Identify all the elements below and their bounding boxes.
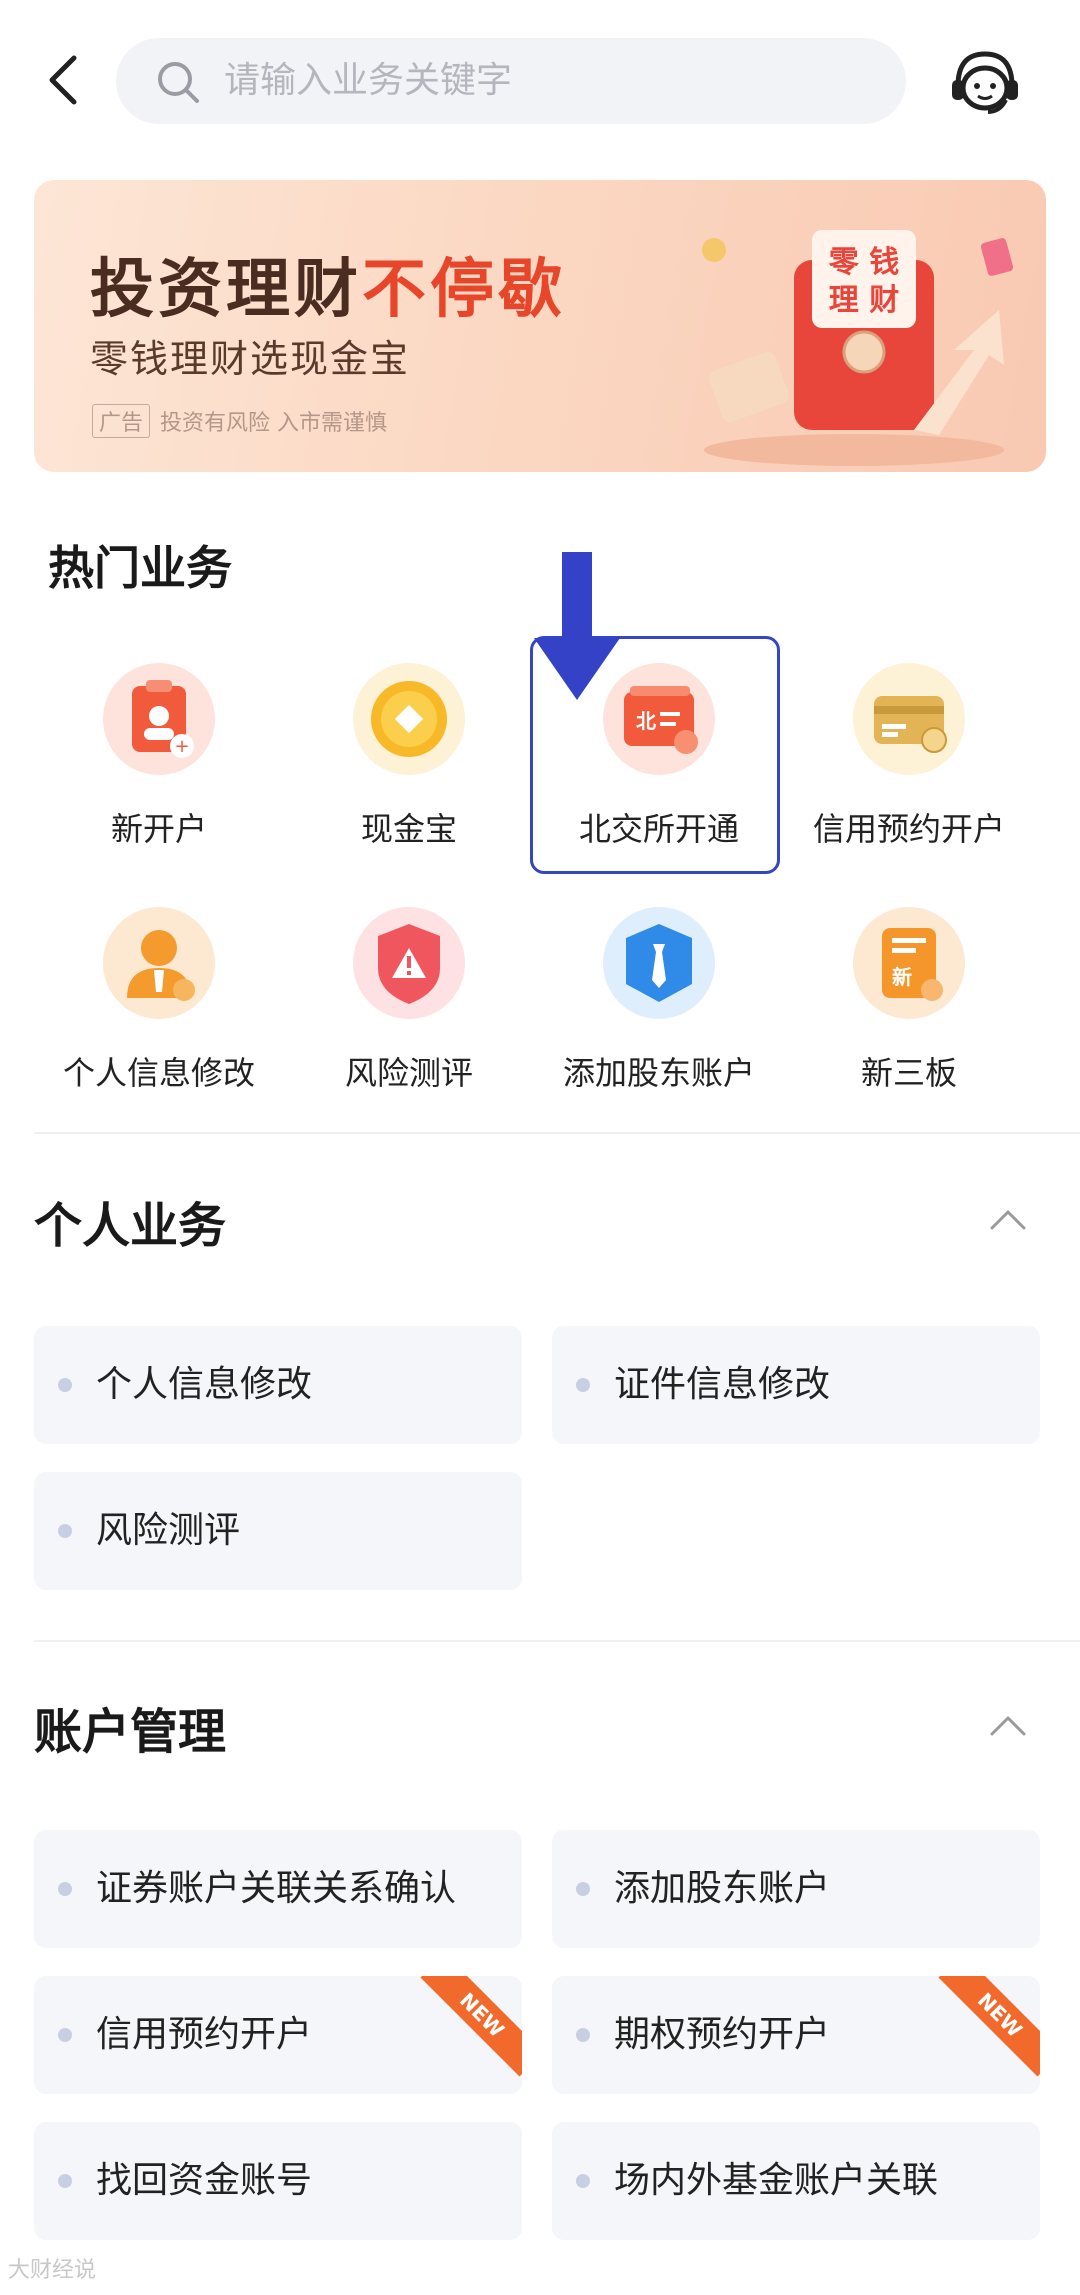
- bullet-dot: [576, 1882, 590, 1896]
- bullet-dot: [576, 2028, 590, 2042]
- svg-text:新: 新: [892, 965, 912, 989]
- hot-item-label: 新三板: [860, 1054, 957, 1092]
- chevron-up-icon[interactable]: [988, 1208, 1028, 1232]
- personal-section-title: 个人业务: [34, 1198, 227, 1254]
- watermark: 大财经说: [8, 2258, 97, 2283]
- hot-item-label: 添加股东账户: [562, 1054, 755, 1092]
- search-placeholder: 请输入业务关键字: [224, 60, 513, 101]
- bullet-dot: [58, 1882, 72, 1896]
- bullet-dot: [576, 2174, 590, 2188]
- list-item-label: 添加股东账户: [614, 1868, 831, 1909]
- list-item[interactable]: 添加股东账户: [552, 1830, 1040, 1948]
- hot-item-personal-info[interactable]: 个人信息修改: [34, 904, 284, 1124]
- shareholder-tie-icon: [603, 907, 715, 1019]
- list-item[interactable]: 个人信息修改: [34, 1326, 522, 1444]
- person-edit-icon: [103, 907, 215, 1019]
- list-item[interactable]: 信用预约开户 NEW: [34, 1976, 522, 2094]
- cash-treasure-icon: [353, 663, 465, 775]
- list-item-label: 个人信息修改: [96, 1364, 313, 1405]
- neeq-doc-icon: 新: [853, 907, 965, 1019]
- banner-risk-notice: 广告 投资有风险 入市需谨慎: [92, 404, 387, 438]
- hot-services-title: 热门业务: [48, 541, 232, 595]
- section-divider: [34, 1640, 1080, 1642]
- new-account-icon: +: [103, 663, 215, 775]
- list-item-label: 风险测评: [96, 1510, 241, 1551]
- banner-title: 投资理财不停歇: [90, 253, 566, 327]
- promo-banner[interactable]: 投资理财不停歇 零钱理财选现金宝 广告 投资有风险 入市需谨慎 零 钱 理 财: [34, 180, 1046, 472]
- list-item[interactable]: 风险测评: [34, 1472, 522, 1590]
- new-badge: NEW: [938, 1976, 1040, 2077]
- bullet-dot: [576, 1378, 590, 1392]
- hot-item-label: 新开户: [110, 810, 207, 848]
- customer-service-icon[interactable]: [948, 46, 1022, 118]
- ad-tag: 广告: [92, 404, 151, 438]
- hot-item-label: 个人信息修改: [62, 1054, 255, 1092]
- search-input[interactable]: 请输入业务关键字: [116, 38, 906, 124]
- new-badge: NEW: [420, 1976, 522, 2077]
- hot-item-cash-treasure[interactable]: 现金宝: [284, 660, 534, 880]
- chevron-up-icon[interactable]: [988, 1714, 1028, 1738]
- down-arrow-indicator-icon: [534, 552, 620, 700]
- credit-card-icon: [853, 663, 965, 775]
- hot-item-risk-assessment[interactable]: 风险测评: [284, 904, 534, 1124]
- risk-shield-icon: [353, 907, 465, 1019]
- hot-item-add-shareholder[interactable]: 添加股东账户: [534, 904, 784, 1124]
- list-item[interactable]: 找回资金账号: [34, 2122, 522, 2240]
- list-item-label: 找回资金账号: [96, 2160, 313, 2201]
- list-item[interactable]: 场内外基金账户关联: [552, 2122, 1040, 2240]
- list-item-label: 场内外基金账户关联: [614, 2160, 939, 2201]
- list-item-label: 证件信息修改: [614, 1364, 831, 1405]
- bullet-dot: [58, 1524, 72, 1538]
- hot-item-label: 信用预约开户: [812, 810, 1005, 848]
- bullet-dot: [58, 2028, 72, 2042]
- red-envelope-illustration: 零 钱 理 财: [702, 230, 1014, 466]
- hot-item-credit-account[interactable]: 信用预约开户: [784, 660, 1034, 880]
- list-item-label: 期权预约开户: [614, 2014, 831, 2055]
- top-bar: 请输入业务关键字: [0, 0, 1080, 160]
- svg-text:理 财: 理 财: [829, 283, 899, 318]
- svg-text:零 钱: 零 钱: [829, 245, 899, 280]
- list-item[interactable]: 证券账户关联关系确认: [34, 1830, 522, 1948]
- account-section-title: 账户管理: [34, 1704, 227, 1760]
- svg-text:+: +: [174, 736, 189, 757]
- hot-item-new-account[interactable]: + 新开户: [34, 660, 284, 880]
- hot-item-neeq[interactable]: 新 新三板: [784, 904, 1034, 1124]
- banner-subtitle: 零钱理财选现金宝: [90, 337, 411, 381]
- list-item[interactable]: 证件信息修改: [552, 1326, 1040, 1444]
- list-item-label: 信用预约开户: [96, 2014, 313, 2055]
- back-arrow-icon[interactable]: [34, 48, 94, 112]
- bullet-dot: [58, 2174, 72, 2188]
- search-icon: [158, 62, 199, 103]
- list-item[interactable]: 期权预约开户 NEW: [552, 1976, 1040, 2094]
- hot-item-label: 现金宝: [360, 810, 457, 848]
- bullet-dot: [58, 1378, 72, 1392]
- section-divider: [34, 1132, 1080, 1134]
- list-item-label: 证券账户关联关系确认: [96, 1868, 457, 1909]
- hot-item-label: 风险测评: [344, 1054, 473, 1092]
